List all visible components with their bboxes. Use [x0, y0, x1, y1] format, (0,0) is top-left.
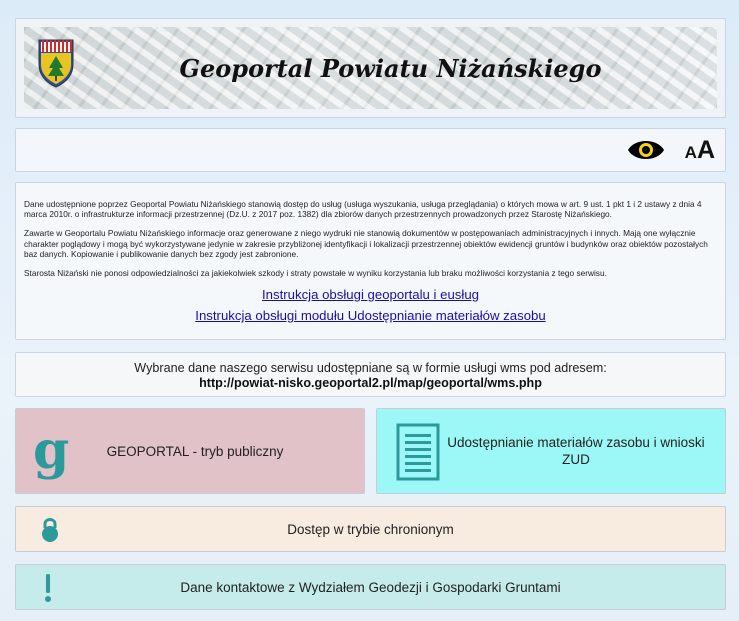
exclamation-icon — [45, 574, 51, 602]
header-banner: Geoportal Powiatu Niżańskiego — [24, 27, 717, 109]
wms-description: Wybrane dane naszego serwisu udostępnian… — [134, 361, 607, 375]
info-paragraph-1: Dane udostępnione poprzez Geoportal Powi… — [24, 199, 702, 220]
info-panel: Dane udostępnione poprzez Geoportal Powi… — [15, 182, 726, 340]
g-logo-icon: g — [33, 420, 70, 481]
eye-icon[interactable] — [627, 137, 665, 163]
accessibility-toolbar: AA — [15, 128, 726, 172]
page-title: Geoportal Powiatu Niżańskiego — [179, 54, 602, 83]
header-panel: Geoportal Powiatu Niżańskiego — [15, 18, 726, 118]
geoportal-public-label: GEOPORTAL - tryb publiczny — [106, 443, 284, 459]
font-big-label: A — [696, 136, 715, 164]
contact-button[interactable]: Dane kontaktowe z Wydziałem Geodezji i G… — [15, 564, 726, 610]
font-small-label: A — [684, 143, 697, 162]
manual-geoportal-link[interactable]: Instrukcja obsługi geoportalu i eusług — [24, 287, 717, 303]
manual-zud-link[interactable]: Instrukcja obsługi modułu Udostępnianie … — [24, 308, 717, 324]
contact-label: Dane kontaktowe z Wydziałem Geodezji i G… — [180, 579, 561, 595]
font-size-button[interactable]: AA — [685, 135, 715, 169]
zud-button[interactable]: Udostępnianie materiałów zasobu i wniosk… — [376, 408, 726, 494]
wms-url: http://powiat-nisko.geoportal2.pl/map/ge… — [199, 376, 542, 390]
info-paragraph-3: Starosta Niżański nie ponosi odpowiedzia… — [24, 268, 607, 279]
wms-panel: Wybrane dane naszego serwisu udostępnian… — [15, 352, 726, 397]
secure-access-label: Dostęp w trybie chronionym — [287, 521, 454, 537]
secure-access-button[interactable]: Dostęp w trybie chronionym — [15, 506, 726, 552]
lock-icon — [42, 518, 58, 542]
info-paragraph-2: Zawarte w Geoportalu Powiatu Niżańskiego… — [24, 228, 708, 259]
geoportal-public-button[interactable]: g GEOPORTAL - tryb publiczny — [15, 408, 365, 494]
document-icon — [396, 423, 440, 481]
